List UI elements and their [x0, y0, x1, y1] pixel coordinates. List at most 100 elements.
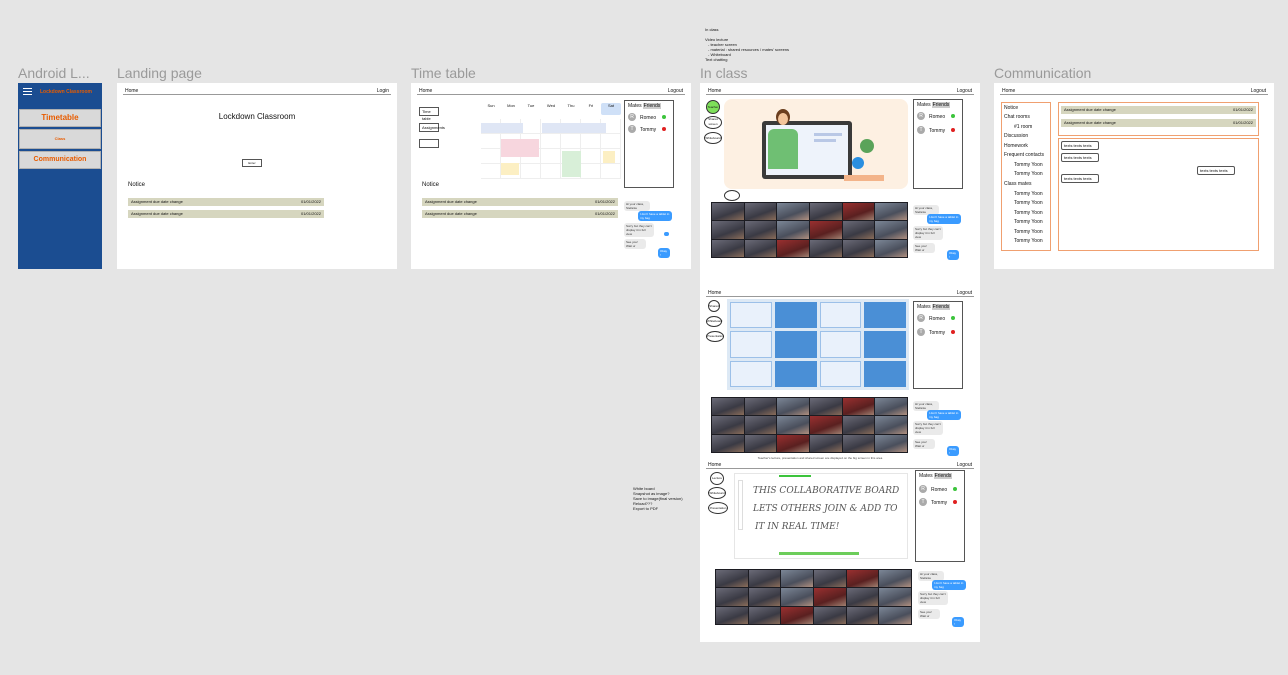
user-name[interactable]: Tommy: [931, 500, 947, 506]
notice-text: Assignment due date change: [1064, 107, 1116, 112]
menu-classmate[interactable]: Tommy Yoon: [1014, 210, 1043, 216]
user-name[interactable]: Romeo: [640, 115, 656, 121]
android-menu-communication[interactable]: Communication: [19, 151, 101, 169]
user-name[interactable]: Tommy: [929, 330, 945, 336]
menu-frequent-contacts[interactable]: Frequent contacts: [1004, 152, 1044, 158]
timetable-notice-row[interactable]: Assignment due date change 01/01/2022: [422, 198, 618, 206]
whiteboard-notes-line: Export to PDF: [633, 506, 659, 511]
tab-friends[interactable]: Friends: [933, 473, 953, 479]
inclass-frame: Home Logout Teacher Shared screen Whiteb…: [700, 83, 980, 642]
tab-mates[interactable]: Mates: [918, 473, 934, 479]
inclass-logout-link[interactable]: Logout: [957, 290, 972, 296]
communication-logout-link[interactable]: Logout: [1251, 88, 1266, 94]
user-name[interactable]: Romeo: [929, 316, 945, 322]
menu-discussion[interactable]: Discussion: [1004, 133, 1028, 139]
timetable-home-link[interactable]: Home: [419, 88, 432, 94]
calendar-event[interactable]: [603, 151, 615, 163]
communication-notice-row[interactable]: Assignment due date change 01/01/2022: [1061, 106, 1256, 114]
avatar: R: [917, 314, 925, 322]
menu-classmate[interactable]: Tommy Yoon: [1014, 219, 1043, 225]
menu-contact[interactable]: Tommy Yoon: [1014, 171, 1043, 177]
chat-message: See you! Wait ur: [624, 239, 646, 249]
timetable-header: Home Logout: [417, 87, 685, 95]
shared-toggle[interactable]: Shared: [708, 300, 720, 312]
inclass-home-link[interactable]: Home: [708, 290, 721, 296]
menu-homework[interactable]: Homework: [1004, 143, 1028, 149]
whiteboard-toggle[interactable]: Whiteboard: [708, 487, 726, 499]
menu-classmate[interactable]: Tommy Yoon: [1014, 229, 1043, 235]
tab-friends[interactable]: Friends: [931, 304, 951, 310]
inclass-home-link[interactable]: Home: [708, 88, 721, 94]
shared-screen-toggle[interactable]: Shared screen: [704, 116, 722, 129]
chat-area: Hi your class, Stefanie I don't have a t…: [918, 569, 970, 629]
user-name[interactable]: Romeo: [929, 114, 945, 120]
empty-nav-button[interactable]: [419, 139, 439, 148]
menu-classmate[interactable]: Tommy Yoon: [1014, 238, 1043, 244]
calendar-event[interactable]: [501, 163, 519, 175]
camera-toggle[interactable]: [724, 190, 740, 201]
whiteboard-toolbar: [738, 480, 743, 530]
presentation-toggle[interactable]: Presentation: [706, 331, 724, 342]
timetable-notice-title: Notice: [422, 182, 440, 188]
whiteboard-toggle[interactable]: Whiteboard: [704, 132, 722, 144]
menu-contact[interactable]: Tommy Yoon: [1014, 162, 1043, 168]
timetable-logout-link[interactable]: Logout: [668, 88, 683, 94]
assignments-nav-button[interactable]: Assignments: [419, 123, 445, 132]
notice-text: Assignment due date change: [425, 199, 477, 204]
mates-panel: Mates Friends R Romeo T Tommy: [624, 100, 674, 188]
timetable-nav-button[interactable]: Time table: [419, 107, 439, 121]
landing-notice-title: Notice: [128, 182, 146, 188]
calendar-event[interactable]: [501, 139, 539, 157]
communication-header: Home Logout: [1000, 87, 1268, 95]
landing-login-link[interactable]: Login: [377, 88, 389, 94]
android-app-title: Lockdown Classroom: [40, 89, 92, 95]
menu-notice[interactable]: Notice: [1004, 105, 1018, 111]
communication-home-link[interactable]: Home: [1002, 88, 1015, 94]
inclass-home-link[interactable]: Home: [708, 462, 721, 468]
landing-enter-button[interactable]: Enter: [242, 159, 262, 167]
calendar-grid: [481, 119, 621, 179]
calendar-event[interactable]: [562, 151, 581, 177]
tab-friends[interactable]: Friends: [931, 102, 951, 108]
tab-friends[interactable]: Friends: [642, 103, 662, 109]
chat-message: [664, 232, 669, 236]
calendar-event[interactable]: [542, 123, 606, 133]
inclass-logout-link[interactable]: Logout: [957, 462, 972, 468]
landing-notice-row[interactable]: Assignment due date change 01/01/2022: [128, 210, 324, 218]
landing-notice-row[interactable]: Assignment due date change 01/01/2022: [128, 198, 324, 206]
menu-chat-rooms[interactable]: Chat rooms: [1004, 114, 1030, 120]
communication-notice-row[interactable]: Assignment due date change 01/01/2022: [1061, 119, 1256, 127]
timetable-notice-row[interactable]: Assignment due date change 01/01/2022: [422, 210, 618, 218]
whiteboard-text: IT IN REAL TIME!: [755, 522, 840, 532]
landing-home-link[interactable]: Home: [125, 88, 138, 94]
whiteboard-canvas[interactable]: THIS COLLABORATIVE BOARD LETS OTHERS JOI…: [734, 473, 908, 559]
menu-classmate[interactable]: Tommy Yoon: [1014, 200, 1043, 206]
tab-mates[interactable]: Mates: [916, 304, 932, 310]
android-menu-class-label: Class: [54, 136, 66, 141]
timetable-frame: Home Logout Time table Assignments Sun M…: [411, 83, 691, 269]
user-name[interactable]: Tommy: [640, 127, 656, 133]
notice-text: Assignment due date change: [131, 199, 183, 204]
lecture-toggle[interactable]: Lecture: [710, 472, 724, 485]
presentation-toggle[interactable]: Presentation: [708, 502, 728, 514]
notice-text: Assignment due date change: [131, 211, 183, 216]
whiteboard-toggle[interactable]: Whiteboard: [706, 316, 722, 327]
user-name[interactable]: Tommy: [929, 128, 945, 134]
day-header: Tue: [527, 103, 535, 108]
notice-date: 01/01/2022: [1232, 107, 1253, 112]
menu-classmate[interactable]: Tommy Yoon: [1014, 191, 1043, 197]
android-menu-timetable[interactable]: Timetable: [19, 109, 101, 127]
menu-room-1[interactable]: #1 room: [1014, 124, 1032, 130]
inclass-logout-link[interactable]: Logout: [957, 88, 972, 94]
whiteboard-text: LETS OTHERS JOIN & ADD TO: [753, 504, 898, 514]
tab-mates[interactable]: Mates: [916, 102, 932, 108]
calendar-event[interactable]: [481, 123, 523, 133]
tab-mates[interactable]: Mates: [627, 103, 643, 109]
user-name[interactable]: Romeo: [931, 487, 947, 493]
android-menu-class[interactable]: Class: [19, 129, 101, 149]
teacher-toggle[interactable]: Teacher: [706, 100, 720, 114]
menu-class-mates[interactable]: Class mates: [1004, 181, 1032, 187]
video-participants-grid: [711, 202, 908, 258]
whiteboard-notes: White board Snapshot as image? Save to i…: [633, 486, 699, 511]
hamburger-icon[interactable]: [23, 88, 32, 95]
